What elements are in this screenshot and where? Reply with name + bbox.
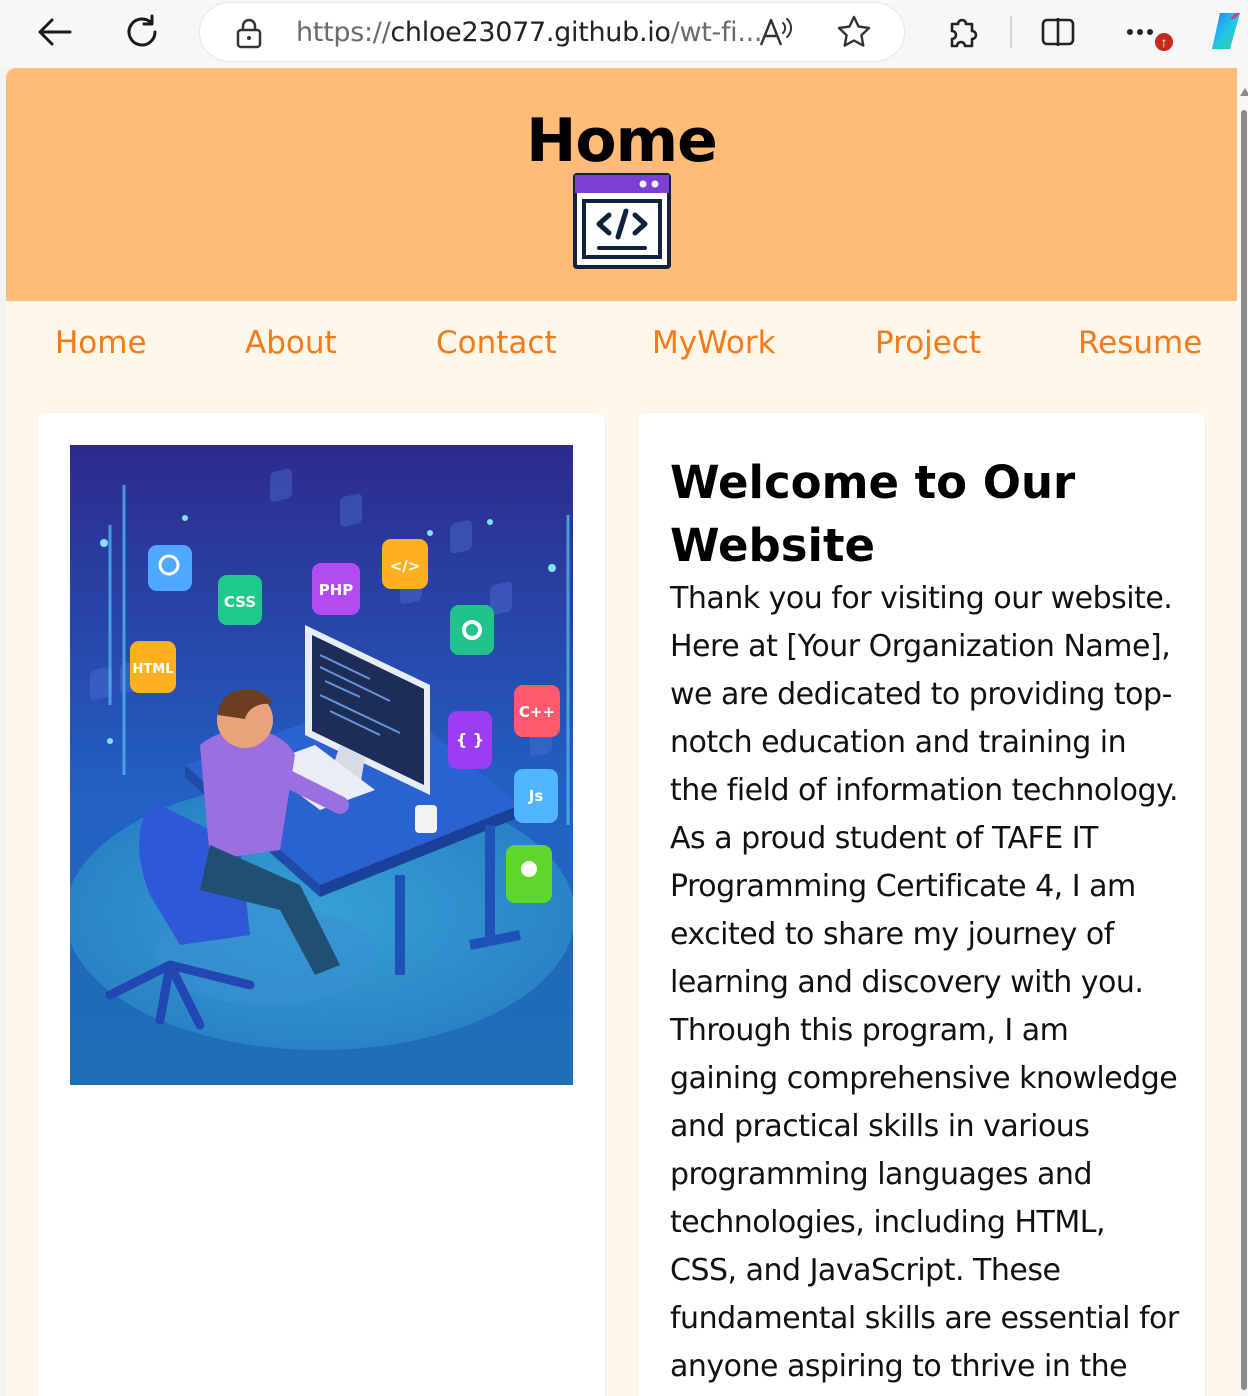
toolbar-divider bbox=[1010, 16, 1012, 48]
developer-illustration: CSS PHP </> HTML C++ { } Js bbox=[70, 445, 573, 1085]
braces-badge: { } bbox=[456, 730, 484, 749]
nav-link-project[interactable]: Project bbox=[875, 325, 981, 361]
scroll-up-arrow-icon[interactable] bbox=[1240, 88, 1248, 96]
url-scheme: https:// bbox=[296, 17, 391, 48]
nav-link-mywork[interactable]: MyWork bbox=[652, 325, 776, 361]
split-screen-button[interactable] bbox=[1034, 8, 1082, 56]
url-text[interactable]: https://chloe23077.github.io/wt-fi... bbox=[296, 17, 763, 48]
split-screen-icon bbox=[1041, 18, 1075, 46]
nav-link-home[interactable]: Home bbox=[55, 325, 147, 361]
refresh-icon bbox=[127, 14, 157, 47]
nav-link-about[interactable]: About bbox=[245, 325, 337, 361]
site-info-button[interactable] bbox=[234, 17, 264, 54]
favorite-star-icon bbox=[837, 15, 871, 47]
nav-link-contact[interactable]: Contact bbox=[436, 325, 557, 361]
php-badge: PHP bbox=[319, 581, 354, 599]
back-button[interactable] bbox=[30, 8, 78, 56]
back-arrow-icon bbox=[38, 18, 72, 46]
html-badge: HTML bbox=[133, 662, 174, 677]
css-badge: CSS bbox=[224, 593, 256, 611]
main-nav: Home About Contact MyWork Project Resume bbox=[6, 301, 1237, 386]
scrollbar-thumb[interactable] bbox=[1241, 110, 1247, 1390]
refresh-button[interactable] bbox=[118, 8, 166, 56]
copilot-button[interactable] bbox=[1206, 7, 1248, 55]
js-badge: Js bbox=[528, 787, 544, 805]
update-badge: ↑ bbox=[1153, 31, 1175, 53]
code-window-icon bbox=[573, 173, 671, 269]
copilot-icon bbox=[1212, 13, 1240, 49]
image-card: CSS PHP </> HTML C++ { } Js bbox=[38, 413, 605, 1396]
lock-icon bbox=[236, 18, 262, 49]
url-path: /wt-fi... bbox=[670, 17, 763, 48]
cpp-badge: C++ bbox=[519, 703, 555, 721]
extensions-icon bbox=[950, 18, 978, 48]
read-aloud-button[interactable] bbox=[758, 15, 794, 54]
page-title: Home bbox=[526, 106, 718, 176]
page-viewport: Home Home About Contact MyWork Project R… bbox=[6, 68, 1237, 1396]
nav-link-resume[interactable]: Resume bbox=[1078, 325, 1202, 361]
site-header: Home bbox=[6, 68, 1237, 301]
favorite-button[interactable] bbox=[836, 14, 872, 55]
browser-toolbar: https://chloe23077.github.io/wt-fi... ↑ bbox=[0, 0, 1248, 68]
url-host: chloe23077.github.io bbox=[390, 17, 671, 48]
code-tag-badge: </> bbox=[390, 557, 421, 575]
read-aloud-icon bbox=[759, 18, 793, 46]
address-bar[interactable]: https://chloe23077.github.io/wt-fi... bbox=[200, 3, 904, 61]
welcome-paragraph: Thank you for visiting our website. Here… bbox=[670, 581, 1179, 1384]
extensions-button[interactable] bbox=[938, 8, 986, 56]
welcome-card: Welcome to Our Website Thank you for vis… bbox=[638, 413, 1205, 1396]
welcome-heading: Welcome to Our Website bbox=[670, 456, 1076, 572]
